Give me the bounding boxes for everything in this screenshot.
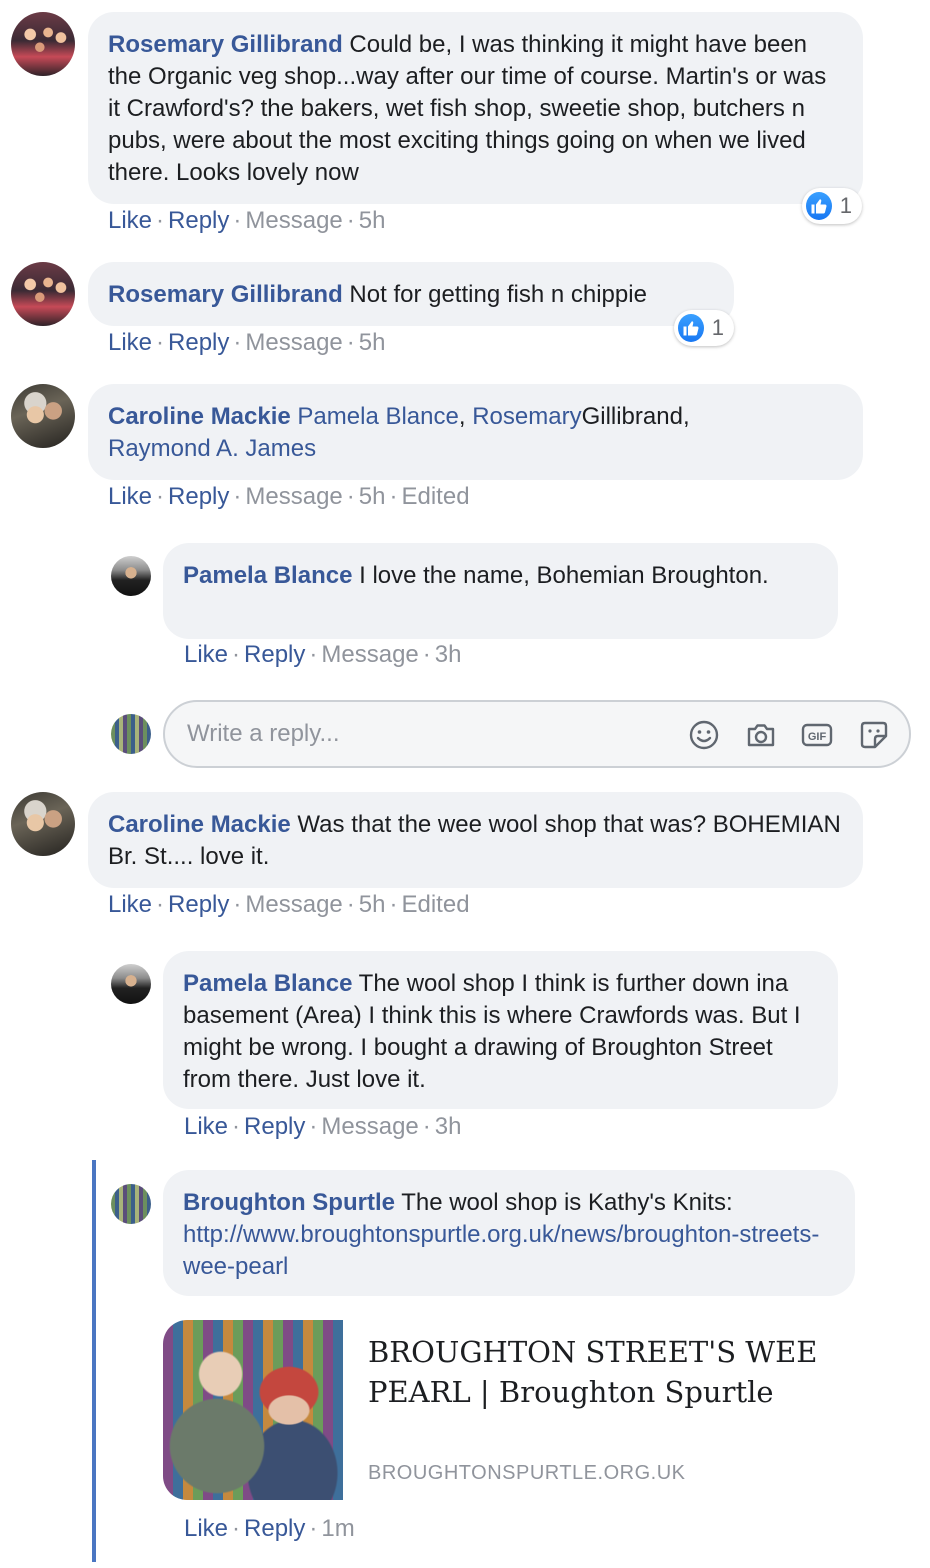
comment-actions: Like · Reply · Message · 3h [184, 1113, 462, 1140]
comment-bubble: Caroline Mackie Pamela Blance, RosemaryG… [88, 384, 863, 480]
avatar[interactable] [111, 964, 151, 1004]
like-link[interactable]: Like [184, 1113, 228, 1140]
reaction-count: 1 [711, 315, 724, 340]
link-preview-title[interactable]: BROUGHTON STREET'S WEE PEARL | Broughton… [368, 1332, 838, 1412]
timestamp[interactable]: 1m [321, 1515, 354, 1542]
comment-bubble: Caroline Mackie Was that the wee wool sh… [88, 792, 863, 888]
gif-label: GIF [808, 731, 827, 743]
reply-bubble: Broughton Spurtle The wool shop is Kathy… [163, 1170, 855, 1296]
reply-link[interactable]: Reply [168, 891, 229, 918]
edited-label[interactable]: Edited [401, 891, 469, 918]
comment-actions: Like · Reply · Message · 5h · Edited [108, 483, 470, 510]
reaction-summary[interactable]: 1 [674, 310, 734, 346]
reply-link[interactable]: Reply [244, 1113, 305, 1140]
comment-url-link[interactable]: http://www.broughtonspurtle.org.uk/news/… [183, 1221, 819, 1280]
link-preview-image[interactable] [163, 1320, 343, 1500]
comment-author[interactable]: Rosemary Gillibrand [108, 281, 343, 308]
mention-link[interactable]: Raymond A. James [108, 435, 316, 462]
message-link[interactable]: Message [245, 891, 342, 918]
avatar[interactable] [11, 384, 75, 448]
comment-bubble: Rosemary Gillibrand Not for getting fish… [88, 262, 734, 326]
comment-bubble: Rosemary Gillibrand Could be, I was thin… [88, 12, 863, 204]
like-link[interactable]: Like [108, 207, 152, 234]
link-preview-card[interactable]: BROUGHTON STREET'S WEE PEARL | Broughton… [163, 1320, 853, 1502]
reply-bubble: Pamela Blance I love the name, Bohemian … [163, 543, 838, 639]
avatar[interactable] [111, 1184, 151, 1224]
timestamp[interactable]: 5h [359, 207, 386, 234]
message-link[interactable]: Message [321, 641, 418, 668]
comment-author[interactable]: Pamela Blance [183, 562, 352, 589]
like-link[interactable]: Like [184, 1515, 228, 1542]
comment-actions: Like · Reply · Message · 5h · Edited [108, 891, 470, 918]
reply-link[interactable]: Reply [244, 1515, 305, 1542]
gif-icon[interactable]: GIF [800, 718, 834, 752]
mention-text: Gillibrand, [581, 403, 690, 430]
reply-link[interactable]: Reply [168, 207, 229, 234]
timestamp[interactable]: 3h [435, 1113, 462, 1140]
reply-bubble: Pamela Blance The wool shop I think is f… [163, 951, 838, 1109]
like-link[interactable]: Like [108, 891, 152, 918]
comment-author[interactable]: Rosemary Gillibrand [108, 31, 343, 58]
comment-actions: Like · Reply · Message · 5h [108, 329, 386, 356]
comment-author[interactable]: Caroline Mackie [108, 811, 291, 838]
message-link[interactable]: Message [245, 483, 342, 510]
edited-label[interactable]: Edited [401, 483, 469, 510]
message-link[interactable]: Message [245, 207, 342, 234]
comment-actions: Like · Reply · Message · 5h [108, 207, 386, 234]
comment-author[interactable]: Caroline Mackie [108, 403, 291, 430]
like-link[interactable]: Like [108, 483, 152, 510]
timestamp[interactable]: 5h [359, 329, 386, 356]
reply-input[interactable]: Write a reply... GIF [163, 700, 911, 768]
message-link[interactable]: Message [245, 329, 342, 356]
reaction-summary[interactable]: 1 [802, 188, 862, 224]
comment-text: The wool shop is Kathy's Knits: [401, 1189, 733, 1216]
camera-icon[interactable] [744, 718, 778, 752]
mention-link[interactable]: Pamela Blance [297, 403, 458, 430]
like-link[interactable]: Like [184, 641, 228, 668]
comment-actions: Like · Reply · 1m [184, 1515, 355, 1542]
mention-link[interactable]: Rosemary [472, 403, 581, 430]
comment-text: Not for getting fish n chippie [349, 281, 647, 308]
like-reaction-icon [678, 314, 704, 342]
mention-separator: , [458, 403, 473, 430]
reply-link[interactable]: Reply [168, 329, 229, 356]
current-user-avatar [111, 714, 151, 754]
reply-placeholder: Write a reply... [187, 720, 340, 747]
timestamp[interactable]: 3h [435, 641, 462, 668]
comment-actions: Like · Reply · Message · 3h [184, 641, 462, 668]
timestamp[interactable]: 5h [359, 483, 386, 510]
avatar[interactable] [11, 12, 75, 76]
like-reaction-icon [806, 192, 832, 220]
comment-author[interactable]: Pamela Blance [183, 970, 352, 997]
reaction-count: 1 [839, 193, 852, 218]
avatar[interactable] [11, 792, 75, 856]
sticker-icon[interactable] [857, 718, 891, 752]
reply-link[interactable]: Reply [244, 641, 305, 668]
comment-author[interactable]: Broughton Spurtle [183, 1189, 395, 1216]
message-link[interactable]: Message [321, 1113, 418, 1140]
highlight-bar [92, 1160, 96, 1562]
reply-link[interactable]: Reply [168, 483, 229, 510]
avatar[interactable] [11, 262, 75, 326]
timestamp[interactable]: 5h [359, 891, 386, 918]
avatar[interactable] [111, 556, 151, 596]
like-link[interactable]: Like [108, 329, 152, 356]
link-preview-domain: BROUGHTONSPURTLE.ORG.UK [368, 1462, 686, 1484]
emoji-icon[interactable] [687, 718, 721, 752]
comment-text: I love the name, Bohemian Broughton. [359, 562, 769, 589]
